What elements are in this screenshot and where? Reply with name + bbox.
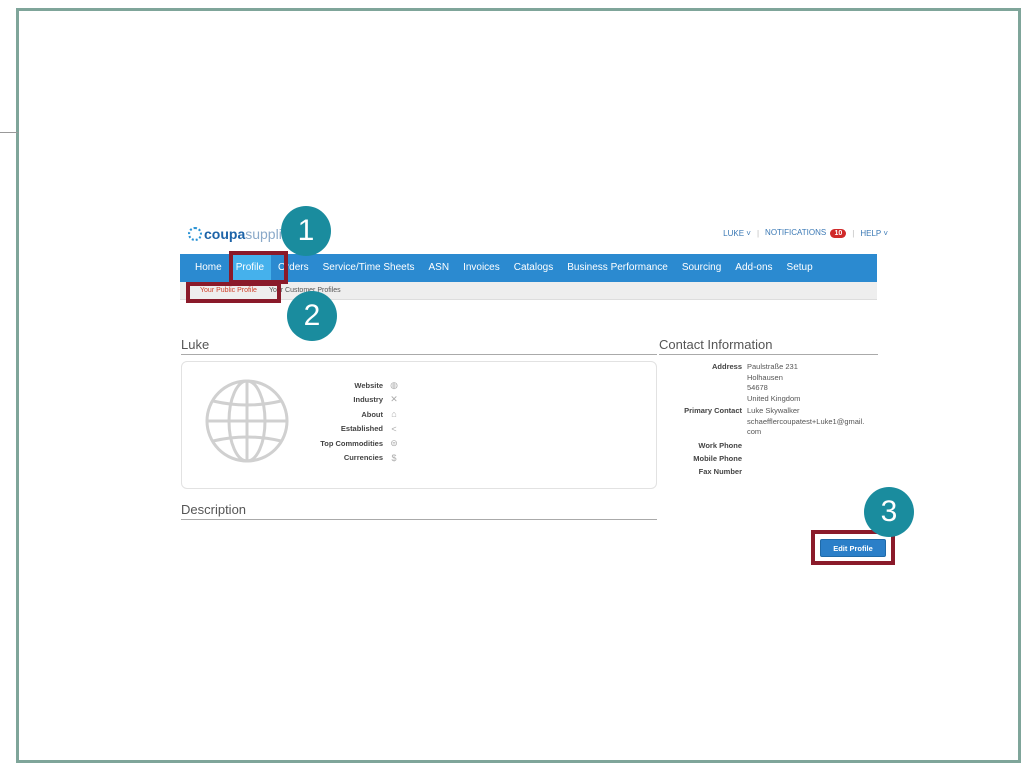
primary-contact-line: Luke Skywalker bbox=[747, 406, 800, 415]
step-1-callout: 1 bbox=[281, 206, 331, 256]
primary-contact-label: Primary Contact bbox=[684, 406, 742, 415]
field-label: Website bbox=[354, 380, 383, 390]
field-label: Currencies bbox=[343, 453, 383, 463]
contact-information: Address Paulstraße 231 Holhausen 54678 U… bbox=[659, 362, 889, 478]
nav-invoices[interactable]: Invoices bbox=[456, 254, 507, 282]
coupa-supplier-logo[interactable]: coupa suppli bbox=[188, 226, 282, 242]
address-line: United Kingdom bbox=[747, 393, 801, 403]
primary-contact-value: Luke Skywalker schaefflercoupatest+Luke1… bbox=[747, 406, 889, 438]
nav-add-ons[interactable]: Add-ons bbox=[728, 254, 779, 282]
primary-contact-line: schaefflercoupatest+Luke1@gmail. bbox=[747, 416, 865, 426]
nav-home[interactable]: Home bbox=[188, 254, 229, 282]
address-label: Address bbox=[711, 362, 742, 371]
nav-orders[interactable]: Orders bbox=[271, 254, 316, 282]
edit-profile-button[interactable]: Edit Profile bbox=[820, 539, 886, 557]
fax-number-label: Fax Number bbox=[698, 466, 742, 476]
subnav-your-public-profile[interactable]: Your Public Profile bbox=[200, 287, 257, 294]
mobile-phone-row: Mobile Phone bbox=[659, 454, 889, 463]
nav-asn[interactable]: ASN bbox=[422, 254, 457, 282]
nav-profile[interactable]: Profile bbox=[228, 254, 272, 282]
field-about[interactable]: About ⌂ bbox=[290, 407, 400, 422]
contact-information-heading: Contact Information bbox=[659, 337, 878, 355]
address-line: 54678 bbox=[747, 383, 768, 392]
help-menu[interactable]: HELP ˅ bbox=[860, 229, 888, 238]
nav-setup[interactable]: Setup bbox=[780, 254, 820, 282]
profile-card: Website ◍ Industry ✕ About ⌂ Established… bbox=[181, 361, 657, 489]
dollar-icon: $ bbox=[391, 452, 397, 463]
menu-separator: | bbox=[852, 228, 855, 238]
nav-business-performance[interactable]: Business Performance bbox=[560, 254, 675, 282]
field-established[interactable]: Established < bbox=[290, 422, 400, 437]
nav-catalogs[interactable]: Catalogs bbox=[507, 254, 560, 282]
profile-fields: Website ◍ Industry ✕ About ⌂ Established… bbox=[290, 378, 400, 465]
field-website[interactable]: Website ◍ bbox=[290, 378, 400, 393]
menu-separator: | bbox=[756, 228, 760, 238]
tools-icon: ✕ bbox=[390, 394, 398, 405]
top-right-menu: LUKE ˅ | NOTIFICATIONS 10 | HELP ˅ bbox=[723, 228, 888, 238]
profile-name-heading: Luke bbox=[181, 337, 657, 355]
field-label: About bbox=[361, 409, 383, 419]
address-value: Paulstraße 231 Holhausen 54678 United Ki… bbox=[747, 362, 889, 404]
notifications-menu[interactable]: NOTIFICATIONS 10 bbox=[765, 228, 847, 238]
logo-rest-text: suppli bbox=[245, 226, 282, 242]
nav-sourcing[interactable]: Sourcing bbox=[675, 254, 728, 282]
profile-subnav: Your Public Profile Your Customer Profil… bbox=[180, 282, 877, 300]
field-top-commodities[interactable]: Top Commodities ⊜ bbox=[290, 436, 400, 451]
company-logo-placeholder-globe-icon bbox=[205, 379, 289, 463]
logo-brand-text: coupa bbox=[204, 226, 246, 242]
nav-service-time-sheets[interactable]: Service/Time Sheets bbox=[316, 254, 422, 282]
address-row: Address Paulstraße 231 Holhausen 54678 U… bbox=[659, 362, 889, 404]
user-menu[interactable]: LUKE ˅ bbox=[723, 229, 751, 238]
field-label: Established bbox=[340, 424, 383, 434]
field-label: Top Commodities bbox=[320, 438, 383, 448]
primary-contact-line: com bbox=[747, 427, 762, 436]
divider-line bbox=[0, 132, 18, 133]
step-2-callout: 2 bbox=[287, 291, 337, 341]
field-currencies[interactable]: Currencies $ bbox=[290, 451, 400, 466]
work-phone-label: Work Phone bbox=[698, 440, 742, 450]
box-icon: ⊜ bbox=[390, 437, 398, 448]
address-line: Holhausen bbox=[747, 372, 783, 382]
branch-icon: < bbox=[391, 423, 397, 434]
notifications-count-badge: 10 bbox=[830, 229, 847, 238]
home-icon: ⌂ bbox=[391, 409, 397, 420]
tutorial-slide: coupa suppli LUKE ˅ | NOTIFICATIONS 10 |… bbox=[0, 0, 1025, 766]
field-industry[interactable]: Industry ✕ bbox=[290, 393, 400, 408]
primary-contact-row: Primary Contact Luke Skywalker schaeffle… bbox=[659, 406, 889, 438]
address-line: Paulstraße 231 bbox=[747, 362, 798, 371]
coupa-logo-icon bbox=[188, 227, 202, 241]
step-3-callout: 3 bbox=[864, 487, 914, 537]
work-phone-row: Work Phone bbox=[659, 441, 889, 450]
description-heading: Description bbox=[181, 502, 657, 520]
mobile-phone-label: Mobile Phone bbox=[693, 453, 742, 463]
globe-icon: ◍ bbox=[390, 379, 398, 390]
main-nav: Home Profile Orders Service/Time Sheets … bbox=[180, 254, 877, 282]
notifications-label: NOTIFICATIONS bbox=[765, 228, 827, 237]
field-label: Industry bbox=[353, 395, 383, 405]
fax-number-row: Fax Number bbox=[659, 467, 889, 476]
